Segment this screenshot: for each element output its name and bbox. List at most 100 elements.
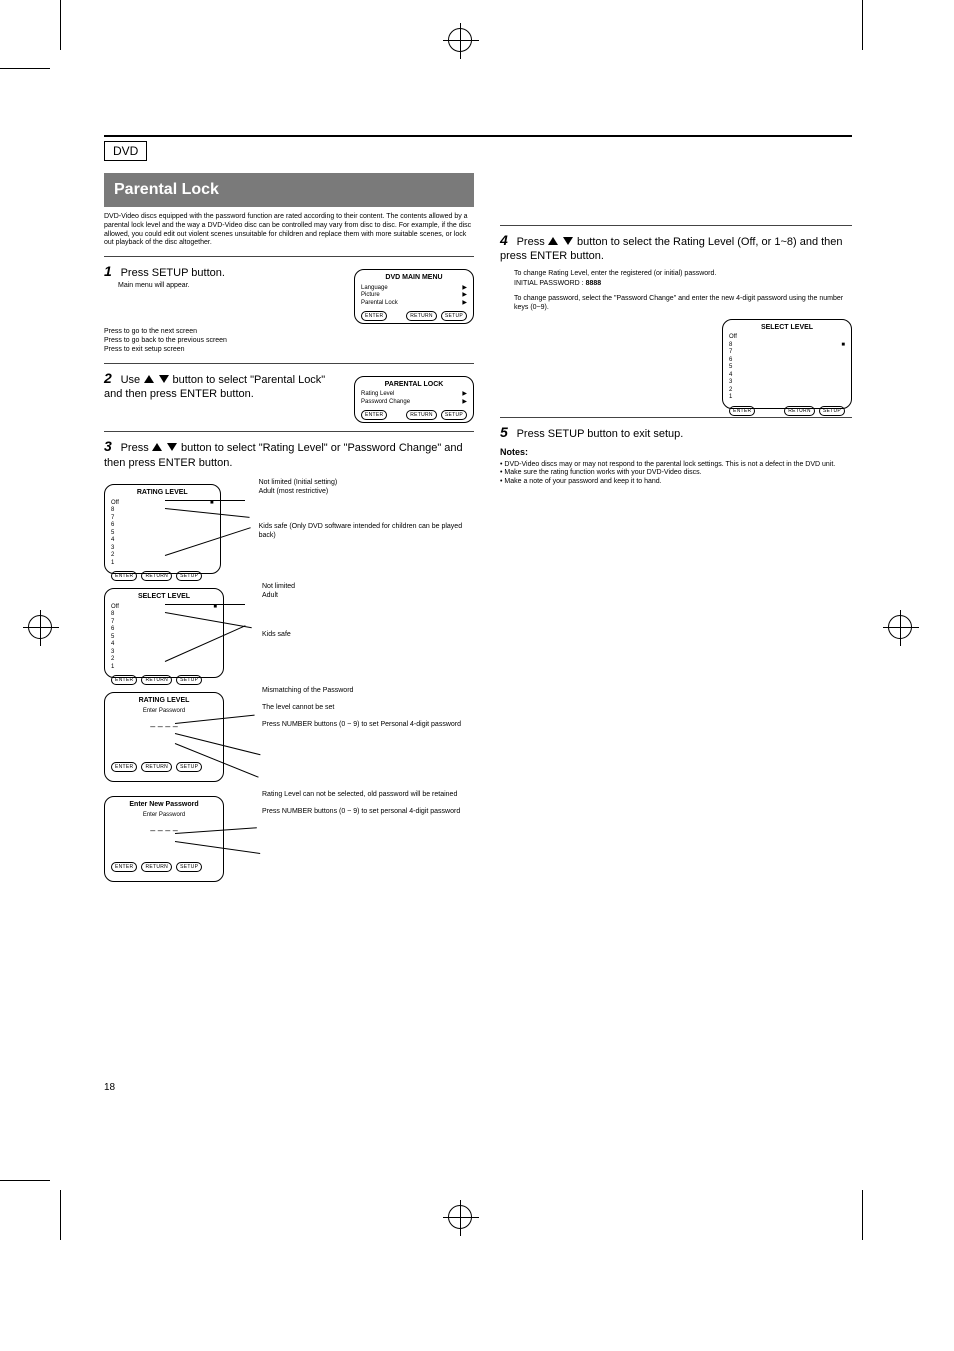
menu-item: Language [361,285,388,293]
screen-password-change: Enter New Password Enter Password – – – … [104,796,224,882]
divider [500,417,852,418]
callout: Adult [262,591,295,600]
crop-mark [60,0,61,50]
prompt: Enter Password [111,812,217,820]
password-mask: – – – – [111,721,217,732]
down-arrow-icon [159,375,169,383]
page-body: DVD Parental Lock DVD-Video discs equipp… [104,135,852,1093]
note-item: DVD-Video discs may or may not respond t… [504,461,835,468]
step1-sub: Main menu will appear. [118,282,346,291]
step-number: 4 [500,232,508,248]
up-arrow-icon [548,237,558,245]
up-arrow-icon [152,443,162,451]
step-number: 5 [500,424,508,440]
screen-title: PARENTAL LOCK [361,381,467,390]
crop-mark [862,0,863,50]
step-3: 3 Press button to select "Rating Level" … [104,438,474,470]
screen-btn-setup: SETUP [441,311,467,321]
select-level-block: SELECT LEVEL Off■ 8 7 6 5 4 3 2 1 ENTER … [104,582,474,678]
step4-pre: Press [517,236,545,248]
menu-item: Parental Lock [361,300,398,308]
step3-pre: Press [121,442,149,454]
screen-btn-return: RETURN [406,410,437,420]
screen-btn-enter: ENTER [361,410,387,420]
prompt: Enter Password [111,708,217,716]
step2-pre: Use [121,374,141,386]
screen-btn-return: RETURN [406,311,437,321]
callout: Rating Level can not be selected, old pa… [262,790,460,799]
btn-hint: Press to go back to the previous screen [104,337,474,346]
step1-line: Press SETUP button. [121,267,225,279]
password-entry-block: RATING LEVEL Enter Password – – – – ENTE… [104,686,474,782]
select-level-callouts: Not limited Adult Kids safe [262,582,295,639]
screen-title: Enter New Password [111,801,217,810]
password-change-block: Enter New Password Enter Password – – – … [104,790,474,882]
menu-item: Rating Level [361,391,394,399]
step5-line: Press SETUP button to exit setup. [517,428,684,440]
intro-text: DVD-Video discs equipped with the passwo… [104,213,474,248]
callout: Kids safe [262,630,295,639]
section-title: Parental Lock [104,173,474,207]
rating-callouts: Not limited (Initial setting) Adult (mos… [259,478,474,540]
step-1: 1 Press SETUP button. Main menu will app… [104,263,474,324]
crop-mark [0,68,50,69]
screen-title: SELECT LEVEL [729,324,845,333]
callout: The level cannot be set [262,703,461,712]
screen-select-level: SELECT LEVEL Off■ 8 7 6 5 4 3 2 1 ENTER … [104,588,224,678]
step-number: 2 [104,370,112,386]
up-arrow-icon [144,375,154,383]
callout: Press NUMBER buttons (0 ~ 9) to set Pers… [262,720,461,729]
initial-password-value: 8888 [586,280,602,287]
rating-level-block: RATING LEVEL Off■ 8 7 6 5 4 3 2 1 ENTER … [104,478,474,574]
screen-btn-setup: SETUP [441,410,467,420]
callout: Adult (most restrictive) [259,487,474,496]
screen-parental-lock: PARENTAL LOCK Rating Level▶ Password Cha… [354,376,474,424]
step-number: 1 [104,263,112,279]
registration-mark-icon [448,1205,472,1229]
registration-mark-icon [448,28,472,52]
callout: Mismatching of the Password [262,686,461,695]
note-item: Make a note of your password and keep it… [504,478,661,485]
notes-heading: Notes: [500,447,528,457]
step-5: 5 Press SETUP button to exit setup. [500,424,852,441]
callout: Kids safe (Only DVD software intended fo… [259,522,474,540]
password-callouts: Mismatching of the Password The level ca… [262,686,461,729]
initial-password-label: INITIAL PASSWORD : [514,280,586,287]
callout: Not limited [262,582,295,591]
step-number: 3 [104,438,112,454]
menu-item: Password Change [361,399,410,407]
screen-title: DVD MAIN MENU [361,274,467,283]
right-column: 4 Press button to select the Rating Leve… [500,161,852,1093]
step-4: 4 Press button to select the Rating Leve… [500,232,852,313]
down-arrow-icon [563,237,573,245]
divider [104,363,474,364]
crop-mark [0,1180,50,1181]
top-rule [104,135,852,137]
screen-rating-level: RATING LEVEL Off■ 8 7 6 5 4 3 2 1 ENTER … [104,484,221,574]
down-arrow-icon [167,443,177,451]
screen-title: RATING LEVEL [111,697,217,706]
callout: Not limited (Initial setting) [259,478,474,487]
page-number: 18 [104,1082,474,1093]
btn-hint: Press to go to the next screen [104,328,474,337]
divider [104,431,474,432]
registration-mark-icon [888,615,912,639]
crop-mark [60,1190,61,1240]
divider [500,225,852,226]
screen-main-menu: DVD MAIN MENU Language▶ Picture▶ Parenta… [354,269,474,324]
screen-btn-enter: ENTER [361,311,387,321]
crop-mark [862,1190,863,1240]
divider [104,256,474,257]
menu-item: Picture [361,292,380,300]
page-label: DVD [104,141,147,161]
screen-title: RATING LEVEL [111,489,214,498]
screen-title: SELECT LEVEL [111,593,217,602]
left-column: Parental Lock DVD-Video discs equipped w… [104,161,474,1093]
step-2: 2 Use button to select "Parental Lock" a… [104,370,474,424]
note-item: Make sure the rating function works with… [504,469,701,476]
callout: Press NUMBER buttons (0 ~ 9) to set pers… [262,807,460,816]
password-change-callouts: Rating Level can not be selected, old pa… [262,790,460,816]
step4-sub1: To change Rating Level, enter the regist… [514,270,852,279]
screen-select-level-2: SELECT LEVEL Off 8■ 7 6 5 4 3 2 1 ENTER … [722,319,852,409]
btn-hint: Press to exit setup screen [104,346,474,355]
